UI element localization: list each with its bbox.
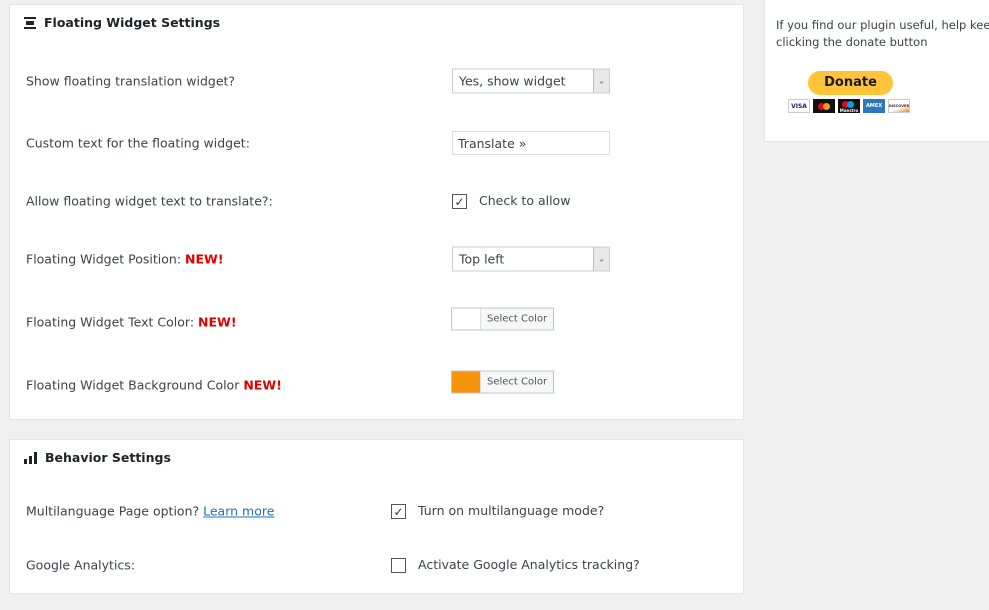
checkbox-empty-icon: [391, 558, 406, 573]
multilanguage-checkbox[interactable]: ✓ Turn on multilanguage mode?: [391, 503, 604, 519]
bg-color-label: Floating Widget Background Color NEW!: [26, 377, 282, 393]
donate-text: If you find our plugin useful, help keep…: [776, 18, 989, 32]
card-icons: VISA Maestro AMEX DISCOVER: [788, 99, 910, 113]
bg-color-picker[interactable]: Select Color: [451, 370, 555, 394]
multilanguage-label: Multilanguage Page option? Learn more: [26, 503, 275, 519]
donate-panel: If you find our plugin useful, help keep…: [764, 0, 989, 142]
text-color-label: Floating Widget Text Color: NEW!: [26, 314, 237, 330]
position-select[interactable]: Top left ⌄: [452, 246, 610, 272]
show-widget-select[interactable]: Yes, show widget ⌄: [452, 68, 610, 94]
color-swatch: [452, 371, 480, 393]
amex-label: AMEX: [865, 102, 883, 109]
maestro-icon: Maestro: [838, 99, 860, 113]
visa-label: VISA: [791, 102, 807, 110]
ga-checkbox[interactable]: Activate Google Analytics tracking?: [391, 557, 640, 573]
checkbox-label: Turn on multilanguage mode?: [418, 503, 605, 518]
text-color-picker[interactable]: Select Color: [451, 307, 555, 331]
amex-icon: AMEX: [863, 99, 885, 113]
chevron-down-icon: ⌄: [593, 247, 609, 271]
color-swatch: [452, 308, 480, 330]
custom-text-input[interactable]: [452, 131, 610, 155]
panel-header: Floating Widget Settings: [24, 15, 220, 30]
bar-chart-icon: [24, 451, 37, 464]
allow-translate-label: Allow floating widget text to translate?…: [26, 193, 273, 209]
new-badge: NEW!: [198, 314, 237, 330]
position-label: Floating Widget Position: NEW!: [26, 251, 224, 267]
visa-icon: VISA: [788, 99, 810, 113]
ga-label: Google Analytics:: [26, 557, 136, 573]
panel-title: Behavior Settings: [45, 450, 171, 465]
new-badge: NEW!: [243, 377, 282, 393]
checkbox-label: Check to allow: [479, 193, 571, 208]
panel-header: Behavior Settings: [24, 450, 171, 465]
allow-translate-checkbox[interactable]: ✓ Check to allow: [452, 193, 570, 209]
maestro-label: Maestro: [839, 107, 859, 113]
discover-icon: DISCOVER: [888, 99, 910, 113]
learn-more-link[interactable]: Learn more: [203, 504, 274, 519]
discover-label: DISCOVER: [888, 103, 910, 108]
custom-text-label: Custom text for the floating widget:: [26, 135, 250, 151]
checkbox-checked-icon: ✓: [452, 194, 467, 209]
select-color-button[interactable]: Select Color: [480, 308, 554, 330]
checkbox-label: Activate Google Analytics tracking?: [418, 557, 640, 572]
donate-button[interactable]: Donate: [808, 71, 893, 95]
checkbox-checked-icon: ✓: [391, 504, 406, 519]
floating-widget-panel: Floating Widget Settings Show floating t…: [9, 4, 744, 420]
selected-value: Top left: [459, 251, 505, 267]
panel-title: Floating Widget Settings: [44, 15, 221, 30]
chevron-down-icon: ⌄: [593, 69, 609, 93]
show-widget-label: Show floating translation widget?: [26, 73, 236, 89]
selected-value: Yes, show widget: [459, 73, 566, 89]
mastercard-icon: [813, 99, 835, 113]
behavior-panel: Behavior Settings Multilanguage Page opt…: [9, 439, 744, 594]
widget-icon: [24, 16, 36, 29]
select-color-button[interactable]: Select Color: [480, 371, 554, 393]
donate-text: clicking the donate button: [776, 35, 928, 49]
new-badge: NEW!: [185, 251, 224, 267]
